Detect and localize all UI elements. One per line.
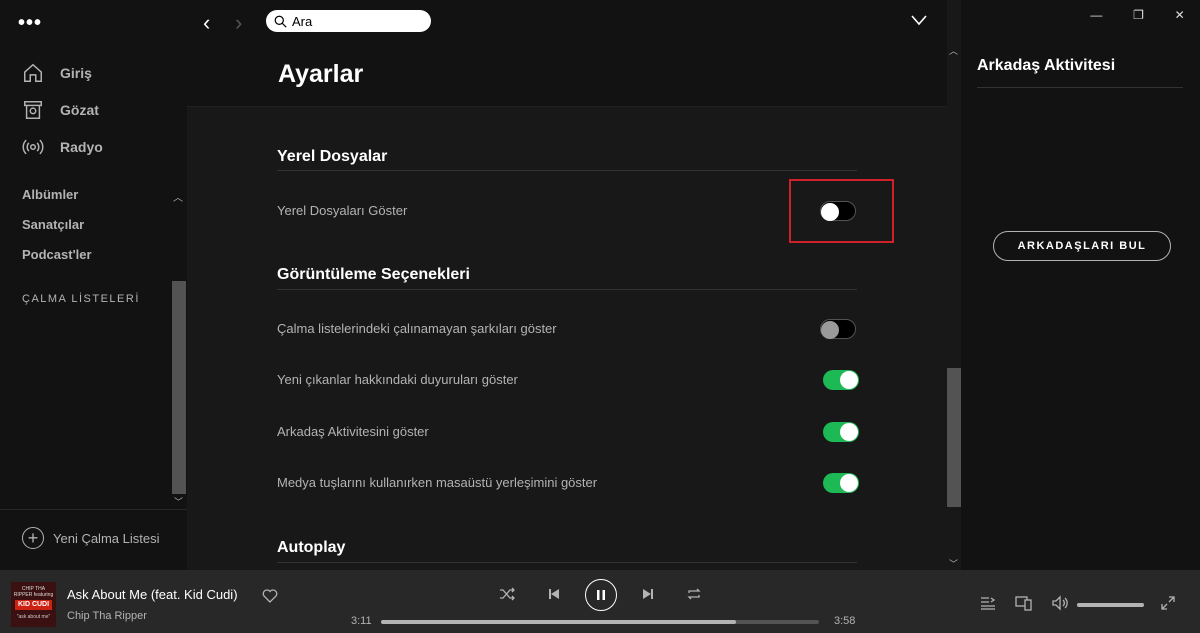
page-title: Ayarlar — [278, 60, 364, 88]
minimize-icon[interactable]: — — [1090, 8, 1102, 22]
setting-label: Medya tuşlarını kullanırken masaüstü yer… — [277, 475, 598, 490]
chevron-down-icon[interactable]: ﹀ — [949, 557, 958, 570]
progress-fill — [381, 620, 736, 624]
playlists-heading: ÇALMA LİSTELERİ — [22, 293, 140, 305]
toggle-knob — [840, 371, 858, 389]
search-icon — [274, 15, 287, 28]
fullscreen-icon[interactable] — [1159, 595, 1177, 611]
pause-button[interactable] — [585, 579, 617, 611]
show-unplayable-songs-toggle[interactable] — [820, 319, 856, 339]
setting-label: Yeni çıkanlar hakkındaki duyuruları göst… — [277, 372, 518, 387]
repeat-icon[interactable] — [686, 586, 702, 602]
chevron-up-icon[interactable]: ︿ — [173, 189, 183, 204]
cover-text: CHIP THA RIPPER featuring — [13, 586, 54, 598]
main-scrollbar-thumb[interactable] — [947, 368, 961, 507]
friend-activity-title: Arkadaş Aktivitesi — [977, 57, 1116, 74]
elapsed-time: 3:11 — [351, 615, 372, 627]
sidebar-item-podcasts[interactable]: Podcast'ler — [22, 247, 92, 262]
progress-bar[interactable] — [381, 620, 819, 624]
section-heading-local-files: Yerel Dosyalar — [277, 148, 388, 165]
volume-icon[interactable] — [1051, 595, 1069, 611]
sidebar-item-label: Giriş — [60, 65, 92, 81]
plus-icon: + — [22, 527, 44, 549]
sidebar-item-radio[interactable]: Radyo — [22, 132, 103, 162]
toggle-knob — [840, 474, 858, 492]
volume-slider[interactable] — [1077, 603, 1144, 607]
pause-icon — [597, 590, 605, 600]
new-playlist-label: Yeni Çalma Listesi — [53, 530, 160, 546]
close-icon[interactable]: ✕ — [1175, 8, 1185, 22]
profile-chevron-down-icon[interactable] — [911, 10, 927, 31]
heart-icon[interactable] — [262, 588, 278, 604]
setting-label: Yerel Dosyaları Göster — [277, 203, 408, 218]
cover-text: "ask about me" — [16, 614, 51, 620]
toggle-knob — [840, 423, 858, 441]
search-box[interactable] — [266, 10, 431, 32]
previous-icon[interactable] — [546, 586, 562, 602]
queue-icon[interactable] — [979, 595, 997, 611]
divider — [277, 170, 857, 171]
section-heading-display-options: Görüntüleme Seçenekleri — [277, 266, 470, 283]
album-cover[interactable]: CHIP THA RIPPER featuring KID CUDI "ask … — [11, 582, 56, 627]
main-content: ‹ › Ayarlar Yerel Dosyalar Yerel Dosyala… — [187, 0, 961, 570]
cover-text: KID CUDI — [15, 600, 52, 610]
home-icon — [24, 63, 42, 82]
sidebar-item-artists[interactable]: Sanatçılar — [22, 217, 84, 232]
restore-icon[interactable]: ❐ — [1133, 8, 1144, 22]
sidebar-item-browse[interactable]: Gözat — [22, 95, 99, 125]
total-duration: 3:58 — [834, 615, 856, 627]
top-bar: ‹ › Ayarlar — [187, 0, 947, 107]
sidebar-item-label: Gözat — [60, 102, 99, 118]
setting-label: Çalma listelerindeki çalınamayan şarkıla… — [277, 321, 557, 336]
show-friend-activity-toggle[interactable] — [823, 422, 859, 442]
chevron-down-icon[interactable]: ﹀ — [174, 495, 183, 508]
section-heading-autoplay: Autoplay — [277, 539, 346, 556]
player-bar: CHIP THA RIPPER featuring KID CUDI "ask … — [0, 570, 1200, 633]
window-controls: — ❐ ✕ — [1075, 0, 1200, 30]
devices-icon[interactable] — [1015, 595, 1033, 611]
highlight-box — [789, 179, 894, 243]
browse-icon — [24, 101, 42, 119]
next-icon[interactable] — [640, 586, 656, 602]
menu-dots-icon[interactable]: ••• — [18, 12, 42, 35]
new-playlist-button[interactable]: + Yeni Çalma Listesi — [22, 527, 159, 549]
divider — [977, 87, 1183, 88]
divider — [0, 509, 187, 510]
sidebar-item-label: Radyo — [60, 139, 103, 155]
radio-icon — [22, 139, 44, 155]
show-desktop-overlay-toggle[interactable] — [823, 473, 859, 493]
sidebar: ••• Giriş Gözat Radyo Albümler ︿ Sanatçı… — [0, 0, 187, 570]
sidebar-scrollbar[interactable] — [172, 281, 186, 494]
back-arrow-icon[interactable]: ‹ — [203, 10, 210, 36]
show-new-releases-toggle[interactable] — [823, 370, 859, 390]
search-input[interactable] — [292, 13, 412, 29]
setting-label: Arkadaş Aktivitesini göster — [277, 424, 429, 439]
divider — [277, 289, 857, 290]
sidebar-item-home[interactable]: Giriş — [22, 58, 92, 88]
toggle-knob — [821, 321, 839, 339]
friend-activity-panel: — ❐ ✕ Arkadaş Aktivitesi ARKADAŞLARI BUL — [961, 0, 1200, 570]
sidebar-item-albums[interactable]: Albümler — [22, 187, 78, 202]
chevron-up-icon[interactable]: ︿ — [949, 44, 958, 57]
artist-name[interactable]: Chip Tha Ripper — [67, 610, 147, 622]
volume-fill — [1077, 603, 1144, 607]
divider — [277, 562, 857, 563]
song-title[interactable]: Ask About Me (feat. Kid Cudi) — [67, 587, 238, 602]
find-friends-button[interactable]: ARKADAŞLARI BUL — [993, 231, 1171, 261]
shuffle-icon[interactable] — [499, 586, 515, 602]
forward-arrow-icon[interactable]: › — [235, 10, 242, 36]
